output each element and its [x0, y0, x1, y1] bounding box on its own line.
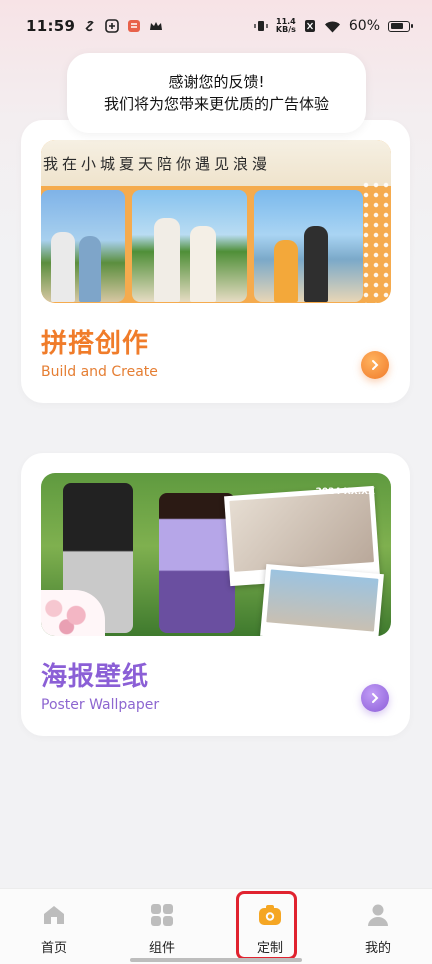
nav-item-home[interactable]: 首页 — [0, 889, 108, 964]
build-create-banner: 我在小城夏天陪你遇见浪漫 — [41, 140, 391, 303]
card-subtitle: Poster Wallpaper — [41, 697, 160, 713]
wifi-icon — [324, 21, 340, 32]
card-subtitle: Build and Create — [41, 364, 158, 380]
nav-label: 组件 — [148, 941, 175, 956]
card-title: 海报壁纸 — [41, 662, 150, 692]
camera-icon — [258, 903, 282, 927]
banner-photo — [254, 190, 363, 302]
banner-photo — [132, 190, 247, 302]
nav-label: 首页 — [40, 941, 67, 956]
no-sim-icon — [304, 20, 315, 32]
vibrate-icon — [254, 21, 268, 31]
status-time: 11:59 — [26, 17, 76, 35]
bottom-nav: 首页 组件 定制 我的 — [0, 888, 432, 964]
chevron-right-icon — [372, 360, 379, 370]
nav-item-customize[interactable]: 定制 — [216, 889, 324, 964]
battery-icon — [388, 20, 413, 32]
poster-wallpaper-banner: 2024 XX.XX — [41, 473, 391, 636]
link-icon — [85, 20, 94, 32]
chevron-right-icon — [372, 693, 379, 703]
arrow-right-button[interactable] — [361, 351, 389, 379]
home-indicator[interactable] — [130, 958, 302, 962]
home-icon — [42, 903, 66, 927]
crown-icon — [150, 22, 163, 30]
banner-photo — [41, 190, 125, 302]
network-speed: 11.4 KB/s — [275, 17, 296, 34]
card-title: 拼搭创作 — [41, 329, 150, 359]
grid-icon — [150, 903, 174, 927]
build-create-card[interactable]: 我在小城夏天陪你遇见浪漫 拼搭创作 Build and Create — [21, 120, 410, 403]
nav-label: 定制 — [256, 941, 283, 956]
arrow-right-button[interactable] — [361, 684, 389, 712]
date-stamp: 2024 XX.XX — [315, 487, 375, 497]
nav-item-profile[interactable]: 我的 — [324, 889, 432, 964]
notification-app-icon — [128, 20, 141, 32]
person-icon — [366, 903, 390, 927]
app-icon — [105, 19, 120, 33]
poster-wallpaper-card[interactable]: 2024 XX.XX 海报壁纸 Poster Wallpaper — [21, 453, 410, 736]
photo-polaroid — [260, 563, 384, 636]
banner-caption: 我在小城夏天陪你遇见浪漫 — [43, 155, 272, 173]
battery-percent: 60% — [348, 18, 380, 34]
feedback-toast: 感谢您的反馈! 我们将为您带来更优质的广告体验 — [67, 53, 366, 133]
nav-item-widgets[interactable]: 组件 — [108, 889, 216, 964]
status-bar: 11:59 11.4 KB/s 60% — [0, 0, 432, 52]
toast-line-1: 感谢您的反馈! — [168, 73, 265, 91]
nav-label: 我的 — [364, 941, 391, 956]
toast-line-2: 我们将为您带来更优质的广告体验 — [103, 95, 329, 113]
